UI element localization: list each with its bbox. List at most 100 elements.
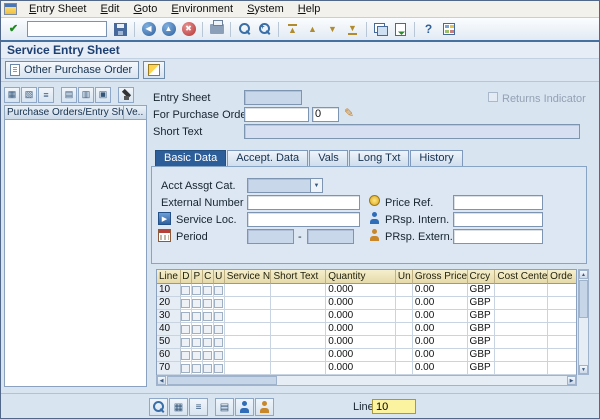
details-button[interactable]: [149, 398, 168, 416]
cell-short-text[interactable]: [271, 362, 327, 375]
col-gross-price[interactable]: Gross Price: [412, 270, 468, 284]
menu-system[interactable]: System: [240, 2, 291, 16]
cell-orde[interactable]: [548, 349, 577, 362]
entry-sheet-field[interactable]: [244, 90, 302, 105]
service-loc-button[interactable]: ▶: [158, 212, 171, 225]
cell-line[interactable]: 10: [157, 284, 181, 297]
menu-help[interactable]: Help: [291, 2, 328, 16]
sort-button[interactable]: ≡: [189, 398, 208, 416]
horizontal-scroll-thumb[interactable]: [167, 376, 277, 385]
cell-crcy[interactable]: GBP: [467, 297, 496, 310]
purchase-order-item-field[interactable]: 0: [312, 107, 339, 122]
catalog-button[interactable]: ▤: [215, 398, 234, 416]
cell-line[interactable]: 50: [157, 336, 181, 349]
cell-cost-center[interactable]: [495, 284, 549, 297]
cell-quantity[interactable]: 0.000: [326, 323, 396, 336]
col-service-no[interactable]: Service No.: [224, 270, 272, 284]
scroll-down-button[interactable]: ▼: [579, 365, 588, 374]
cell-un[interactable]: [395, 323, 413, 336]
overview-button[interactable]: ▤: [61, 86, 77, 103]
row-checkbox[interactable]: [192, 298, 202, 308]
expand-button[interactable]: ▦: [4, 86, 20, 103]
row-checkbox[interactable]: [203, 337, 213, 347]
cell-line[interactable]: 70: [157, 362, 181, 375]
row-checkbox[interactable]: [214, 337, 224, 347]
row-checkbox[interactable]: [214, 298, 224, 308]
prsp-intern-field[interactable]: [453, 212, 543, 227]
exit-button[interactable]: ▲: [159, 20, 178, 39]
row-checkbox[interactable]: [192, 337, 202, 347]
service-selection-button[interactable]: [143, 61, 166, 79]
scroll-right-button[interactable]: ▶: [567, 376, 576, 385]
acct-assgt-dropdown-button[interactable]: ▼: [310, 178, 323, 193]
row-checkbox[interactable]: [214, 311, 224, 321]
vertical-scrollbar[interactable]: ▲ ▼: [578, 269, 589, 375]
prsp-extern-field[interactable]: [453, 229, 543, 244]
row-checkbox[interactable]: [181, 363, 191, 373]
tree-header-vendor[interactable]: Ve..: [124, 105, 147, 120]
row-checkbox[interactable]: [181, 337, 191, 347]
other-purchase-order-button[interactable]: Other Purchase Order: [5, 61, 140, 79]
tab-basic-data[interactable]: Basic Data: [155, 150, 227, 166]
row-checkbox[interactable]: [181, 298, 191, 308]
help-button[interactable]: ?: [419, 20, 438, 39]
cell-cost-center[interactable]: [495, 336, 549, 349]
cell-quantity[interactable]: 0.000: [326, 284, 396, 297]
create-shortcut-button[interactable]: [391, 20, 410, 39]
cell-short-text[interactable]: [271, 323, 327, 336]
row-checkbox[interactable]: [181, 311, 191, 321]
service-selection-person-button[interactable]: [235, 398, 254, 416]
enter-button[interactable]: ✔: [4, 20, 23, 39]
cell-short-text[interactable]: [271, 310, 327, 323]
line-input[interactable]: [372, 399, 416, 414]
row-checkbox[interactable]: [203, 324, 213, 334]
cell-crcy[interactable]: GBP: [467, 323, 496, 336]
cell-orde[interactable]: [548, 336, 577, 349]
period-to-field[interactable]: [307, 229, 354, 244]
cell-cost-center[interactable]: [495, 310, 549, 323]
cell-crcy[interactable]: GBP: [467, 336, 496, 349]
cell-service-no[interactable]: [224, 362, 272, 375]
row-checkbox[interactable]: [181, 285, 191, 295]
col-order[interactable]: Orde: [548, 270, 577, 284]
cell-service-no[interactable]: [224, 297, 272, 310]
row-checkbox[interactable]: [192, 363, 202, 373]
cell-service-no[interactable]: [224, 349, 272, 362]
scroll-left-button[interactable]: ◀: [157, 376, 166, 385]
cell-service-no[interactable]: [224, 323, 272, 336]
cell-gross-price[interactable]: 0.00: [412, 323, 468, 336]
print-button[interactable]: [207, 20, 226, 39]
list-view-button[interactable]: ≡: [38, 86, 54, 103]
find-button[interactable]: [235, 20, 254, 39]
cell-cost-center[interactable]: [495, 362, 549, 375]
cell-cost-center[interactable]: [495, 297, 549, 310]
col-quantity[interactable]: Quantity: [326, 270, 396, 284]
scroll-up-button[interactable]: ▲: [579, 270, 588, 279]
row-checkbox[interactable]: [192, 350, 202, 360]
acct-assgt-cat-field[interactable]: [247, 178, 311, 193]
cell-crcy[interactable]: GBP: [467, 362, 496, 375]
tab-accept-data[interactable]: Accept. Data: [227, 150, 309, 166]
service-loc-field[interactable]: [247, 212, 360, 227]
cell-line[interactable]: 30: [157, 310, 181, 323]
col-crcy[interactable]: Crcy: [467, 270, 496, 284]
first-page-button[interactable]: ▲: [283, 20, 302, 39]
cell-gross-price[interactable]: 0.00: [412, 310, 468, 323]
col-p[interactable]: P: [191, 270, 203, 284]
cell-orde[interactable]: [548, 323, 577, 336]
cell-orde[interactable]: [548, 297, 577, 310]
find-next-button[interactable]: +: [255, 20, 274, 39]
tab-long-txt[interactable]: Long Txt: [348, 150, 410, 166]
menu-goto[interactable]: Goto: [126, 2, 164, 16]
detail-view-button[interactable]: ▥: [78, 86, 94, 103]
collapse-button[interactable]: ▧: [21, 86, 37, 103]
cell-gross-price[interactable]: 0.00: [412, 284, 468, 297]
cell-un[interactable]: [395, 310, 413, 323]
row-checkbox[interactable]: [214, 363, 224, 373]
cell-un[interactable]: [395, 362, 413, 375]
row-checkbox[interactable]: [214, 324, 224, 334]
horizontal-scrollbar[interactable]: ◀ ▶: [156, 375, 577, 386]
worklist-button[interactable]: [118, 86, 134, 103]
menu-edit[interactable]: Edit: [93, 2, 126, 16]
cell-quantity[interactable]: 0.000: [326, 362, 396, 375]
